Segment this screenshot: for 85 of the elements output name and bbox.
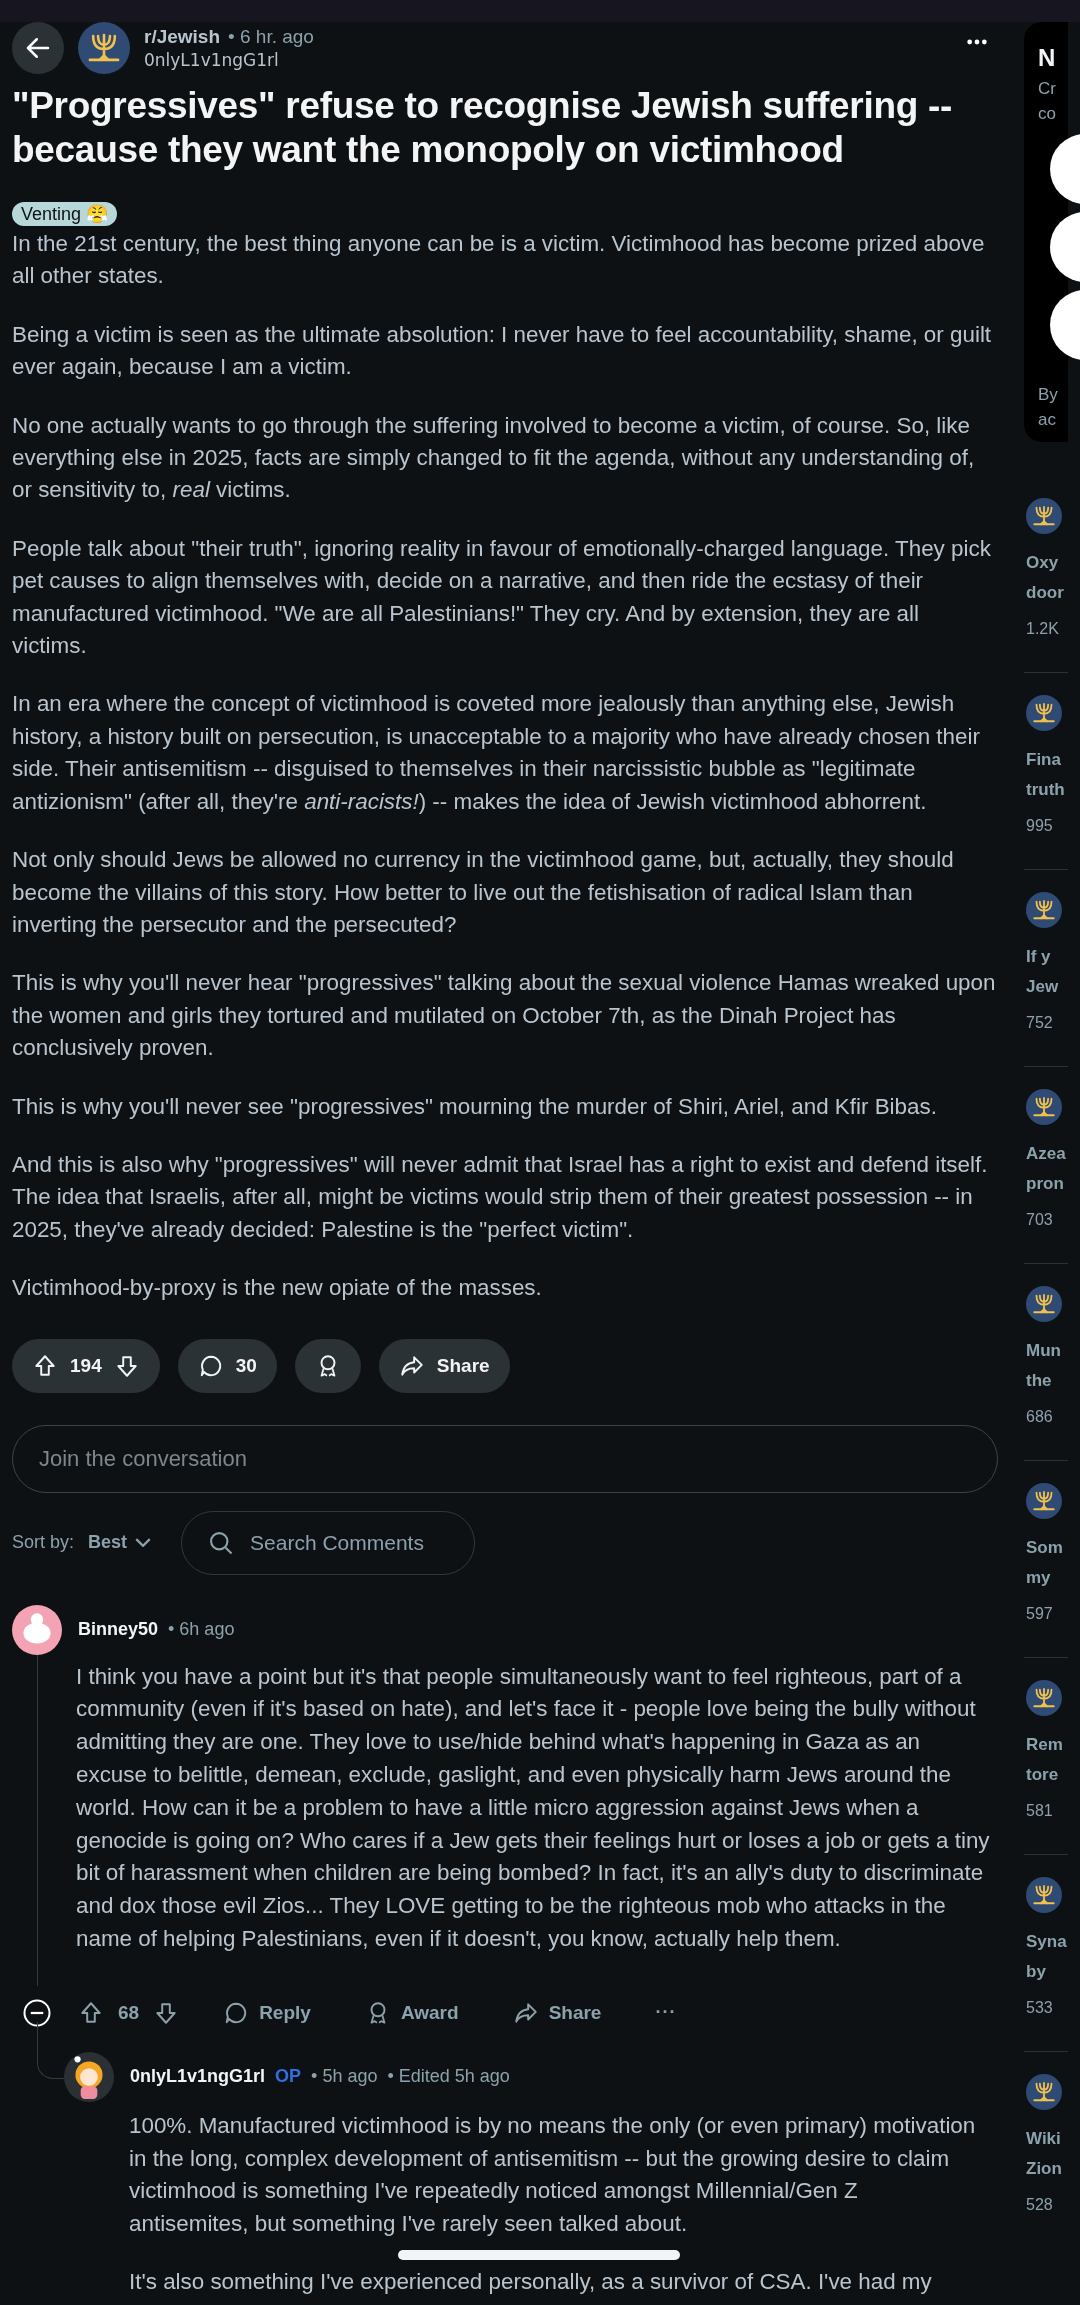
comments-button[interactable]: 30 (177, 1338, 277, 1393)
card-text: By (1038, 384, 1058, 406)
award-button[interactable]: Award (350, 1990, 473, 2035)
comment-author[interactable]: 0nlyL1v1ngG1rl (130, 2066, 266, 2088)
menorah-icon (1026, 498, 1062, 534)
related-post-stats: 995 (1026, 817, 1053, 835)
back-button[interactable] (12, 22, 64, 74)
comment-time: • 6h ago (168, 1619, 235, 1641)
related-post-title[interactable]: Mun (1026, 1336, 1061, 1366)
post-paragraph: No one actually wants to go through the suffering involved to become a victim, of course. So, like everything else in 2025, facts are simply changed to fit the agenda, without any understanding of, or sensitivity to, real victims. (12, 411, 976, 505)
related-post-title[interactable]: Azea (1026, 1139, 1066, 1169)
op-label: OP (275, 2066, 302, 2088)
related-post-title[interactable]: If y (1026, 942, 1059, 972)
more-button[interactable]: ··· (641, 1990, 691, 2035)
vote-count: 68 (118, 2001, 140, 2024)
post-paragraph: Victimhood-by-proxy is the new opiate of the masses. (12, 1274, 543, 1303)
collapse-icon[interactable] (22, 1997, 52, 2028)
related-post-title[interactable]: Som (1026, 1533, 1063, 1563)
share-button[interactable]: Share (378, 1338, 510, 1393)
sort-dropdown[interactable]: Best (88, 1532, 152, 1554)
related-post-title[interactable]: door (1026, 578, 1064, 608)
comment-time: • 5h ago (311, 2066, 378, 2088)
related-post-title[interactable]: Syna (1026, 1927, 1067, 1957)
post-paragraph: And this is also why "progressives" will never admit that Israel has a right to exist and defend itself. The idea that Israelis, after all, might be victims would strip them of their greatest possession -- in 2025, they've already decided: Palestine is the "perfect victim". (12, 1150, 989, 1244)
post-paragraph: Not only should Jews be allowed no currency in the victimhood game, but, actually, they should become the villains of this story. How better to live out the fetishisation of radical Islam than inverting the persecutor and the persecuted? (12, 846, 955, 939)
post-author[interactable]: 0nlyL1v1ngG1rl (144, 50, 952, 70)
chevron-down-icon (135, 1538, 152, 1548)
comment-author[interactable]: Binney50 (78, 1619, 159, 1641)
related-post-stats: 533 (1026, 1999, 1053, 2017)
related-post-title[interactable]: tore (1026, 1760, 1063, 1790)
award-button[interactable] (294, 1338, 361, 1393)
edited-label: • Edited 5h ago (387, 2066, 510, 2088)
related-post-title[interactable]: Jew (1026, 972, 1059, 1002)
card-title: N (1038, 44, 1056, 72)
menorah-icon (1026, 1483, 1062, 1519)
related-post-stats: 528 (1026, 2196, 1053, 2214)
card-text: ac (1038, 409, 1057, 431)
menorah-icon (1026, 1089, 1062, 1125)
vote-count: 194 (70, 1354, 102, 1377)
comment-input-field[interactable]: Join the conversation (12, 1424, 998, 1493)
card-text: co (1038, 103, 1056, 125)
post-paragraph: In an era where the concept of victimhood is coveted more jealously than anything else, Jewish history, a history built on persecution, is unacceptable to a majority who have already chosen their side. Their antisemitism -- disguised to themselves in their narcissistic bubble as "legitimate antizionism" (after all, they're anti-racists!) -- makes the idea of Jewish victimhood abhorrent. (12, 690, 981, 816)
related-post-title[interactable]: truth (1026, 775, 1065, 805)
post-title: "Progressives" refuse to recognise Jewish suffering -- because they want the monopoly on victimhood (12, 84, 954, 172)
sort-label: Sort by: (12, 1532, 75, 1554)
related-post-title[interactable]: Fina (1026, 745, 1065, 775)
user-avatar[interactable] (64, 2051, 114, 2102)
related-post-title[interactable]: Rem (1026, 1730, 1063, 1760)
post-paragraph: In the 21st century, the best thing anyone can be is a victim. Victimhood has become prized above all other states. (12, 230, 986, 291)
post-paragraph: This is why you'll never hear "progressives" talking about the sexual violence Hamas wreaked upon the women and girls they tortured and mutilated on October 7th, as the Dinah Project has conclusively proven. (12, 969, 997, 1063)
menorah-icon (1026, 1877, 1062, 1913)
flair-tag: Venting 😤 (12, 202, 118, 226)
related-post-title[interactable]: Oxy (1026, 548, 1064, 578)
menorah-icon (78, 22, 130, 74)
menorah-icon (1026, 1286, 1062, 1322)
related-post-title[interactable]: pron (1026, 1169, 1066, 1199)
post-time: • 6 hr. ago (228, 26, 314, 48)
related-post-title[interactable]: Wiki (1026, 2124, 1062, 2154)
post-paragraph: Being a victim is seen as the ultimate absolution: I never have to feel accountability, shame, or guilt ever again, because I am a victim. (12, 320, 993, 382)
search-comments-field[interactable]: Search Comments (181, 1510, 476, 1575)
menorah-icon (1026, 892, 1062, 928)
menorah-icon (1026, 695, 1062, 731)
post-paragraph: This is why you'll never see "progressives" mourning the murder of Shiri, Ariel, and Kfir Bibas. (12, 1092, 938, 1121)
related-post-stats: 752 (1026, 1014, 1053, 1032)
menorah-icon (1026, 2074, 1062, 2110)
subreddit-link[interactable]: r/Jewish (144, 26, 221, 48)
card-text: Cr (1038, 78, 1056, 100)
post-paragraph: People talk about "their truth", ignoring reality in favour of emotionally-charged language. They pick pet causes to align themselves with, decide on a narrative, and then ride the ecstasy of their manufactured victimhood. "We are all Palestinians!" They cry. And by extension, they are all victims. (12, 534, 992, 661)
related-post-title[interactable]: by (1026, 1957, 1067, 1987)
related-post-stats: 1.2K (1026, 620, 1059, 638)
related-post-stats: 703 (1026, 1211, 1053, 1229)
related-post-stats: 581 (1026, 1802, 1053, 1820)
more-icon[interactable] (966, 38, 988, 46)
related-post-stats: 597 (1026, 1605, 1053, 1623)
related-post-title[interactable]: my (1026, 1563, 1063, 1593)
comment-text: 100%. Manufactured victimhood is by no means the only (or even primary) motivation in the long, complex development of antisemitism -- but the growing desire to claim victimhood is something I've repeatedly noticed amongst Millennial/Gen Z antisemites, but something I've rarely seen talked about. (129, 2111, 977, 2239)
menorah-icon (1026, 1680, 1062, 1716)
related-post-title[interactable]: Zion (1026, 2154, 1062, 2184)
related-post-stats: 686 (1026, 1408, 1053, 1426)
comment-text: It's also something I've experienced personally, as a survivor of CSA. I've had my (129, 2267, 933, 2296)
reply-button[interactable]: Reply (209, 1990, 325, 2035)
related-post-title[interactable]: the (1026, 1366, 1061, 1396)
share-button[interactable]: Share (498, 1990, 616, 2035)
user-avatar[interactable] (12, 1604, 62, 1655)
comment-text: I think you have a point but it's that people simultaneously want to feel righteous, part of a community (even if it's based on hate), and let's face it - people love being the bully without admitting they are one. They love to use/hide behind what's happening in Gaza as an excuse to belittle, demean, exclude, gaslight, and even physically harm Jews around the world. How can it be a problem to have a little micro aggression against Jews when a genocide is going on? Who cares if a Jew gets their feelings hurt or loses a job or gets a tiny bit of harassment when children are being bombed? In fact, it's an ally's duty to discriminate and dox those evil Zios... They LOVE getting to be the righteous mob who attacks in the name of helping Palestinians, even if it doesn't, you know, actually help them. (76, 1662, 991, 1953)
